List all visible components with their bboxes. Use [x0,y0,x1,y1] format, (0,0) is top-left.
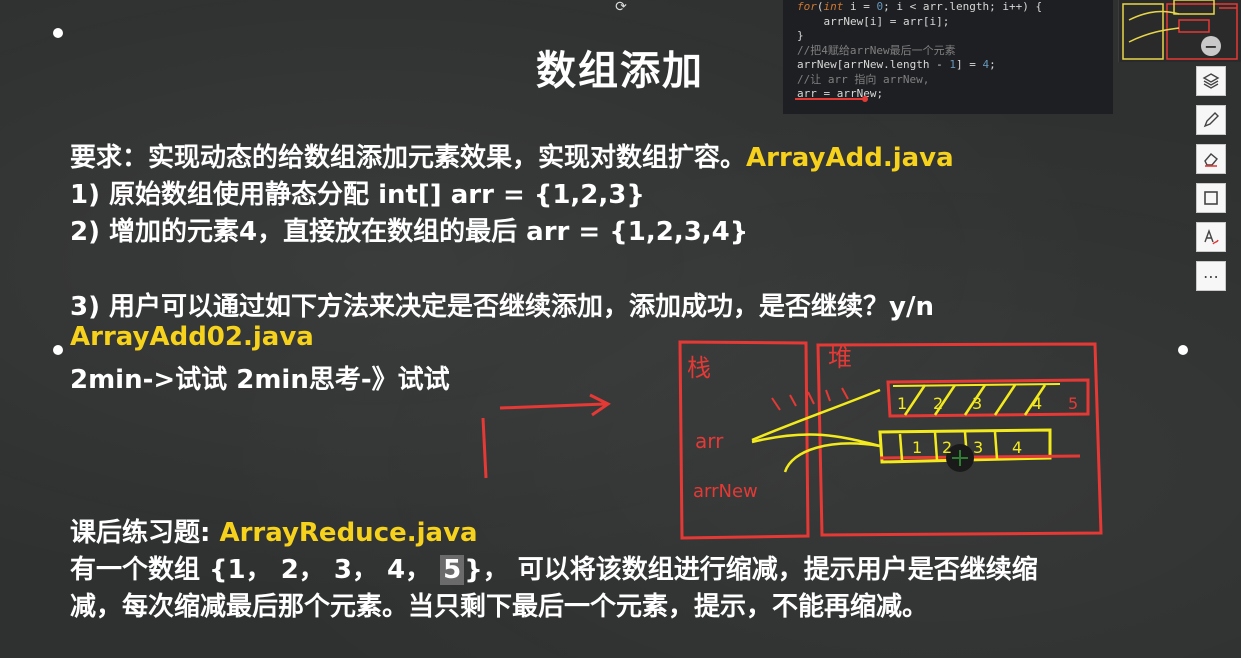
old-array-value: 1 [897,394,907,413]
handdrawn-memory-sketch: 栈 堆 arr arrNew 1 2 3 4 5 1 2 3 4 [481,340,1103,540]
heap-label: 堆 [828,344,852,372]
heap-box [816,342,1103,537]
new-array-value: 3 [973,438,983,457]
old-array-value: 5 [1068,394,1078,413]
old-array-value: 3 [972,394,982,413]
new-array-value: 1 [912,438,922,457]
stack-label: 栈 [687,354,711,382]
arr-label: arr [695,429,724,453]
old-array-value: 4 [1032,394,1042,413]
arrnew-pointer [783,442,881,473]
new-array-value: 2 [942,438,952,457]
arrnew-label: arrNew [693,481,758,502]
arrow-icon [499,393,611,417]
new-array-value: 4 [1012,438,1022,457]
arr-old-pointer [751,388,881,442]
old-array-value: 2 [933,394,943,413]
arrow-stem [481,417,488,479]
